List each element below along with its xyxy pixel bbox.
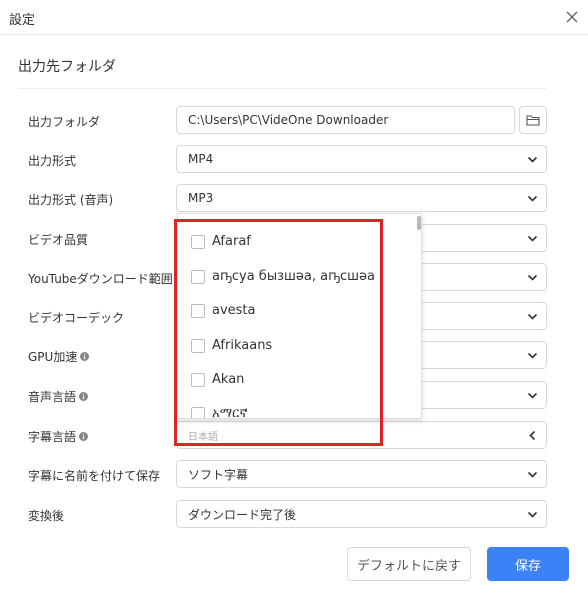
save-button[interactable]: 保存 (487, 547, 569, 581)
chevron-down-icon (527, 313, 538, 320)
section-divider (18, 88, 547, 89)
video-quality-label: ビデオ品質 (28, 233, 89, 247)
gpu-acceleration-label: GPU加速 (28, 348, 90, 365)
info-icon (79, 432, 89, 441)
youtube-range-label: YouTubeダウンロード範囲 (28, 272, 173, 286)
output-format-audio-label: 出力形式 (音声) (28, 193, 114, 207)
dropdown-scrollbar[interactable] (417, 216, 421, 230)
checkbox[interactable] (191, 269, 205, 284)
browse-folder-button[interactable] (519, 106, 547, 134)
checkbox[interactable] (191, 303, 205, 318)
folder-icon (526, 115, 540, 126)
checkbox[interactable] (191, 338, 205, 353)
dropdown-option[interactable]: Afaraf (191, 234, 251, 249)
language-dropdown[interactable]: Afaraf аҧсуа бызшәа, аҧсшәа avesta Afrik… (177, 213, 422, 419)
chevron-down-icon (527, 235, 538, 242)
output-folder-input[interactable]: C:\Users\PC\VideOne Downloader (176, 106, 515, 134)
info-icon (79, 392, 89, 401)
save-subtitle-label: 字幕に名前を付けて保存 (28, 469, 161, 483)
after-convert-select[interactable]: ダウンロード完了後 (176, 500, 547, 528)
dropdown-option[interactable]: አማርኛ (191, 406, 248, 418)
dropdown-option[interactable]: аҧсуа бызшәа, аҧсшәа (191, 269, 375, 284)
chevron-down-icon (527, 195, 538, 202)
dropdown-option[interactable]: Akan (191, 372, 244, 387)
after-convert-label: 変換後 (28, 509, 65, 523)
window-title: 設定 (9, 13, 36, 28)
subtitle-language-select[interactable]: 日本語 (176, 421, 547, 449)
output-format-label: 出力形式 (28, 154, 77, 168)
checkbox[interactable] (191, 406, 205, 418)
chevron-down-icon (527, 471, 538, 478)
save-subtitle-select[interactable]: ソフト字幕 (176, 460, 547, 488)
output-format-audio-select[interactable]: MP3 (176, 184, 547, 212)
dropdown-option[interactable]: Afrikaans (191, 338, 272, 353)
output-folder-label: 出力フォルダ (28, 115, 101, 129)
info-icon (80, 352, 90, 361)
chevron-left-icon (529, 430, 536, 441)
title-bar: 設定 (0, 0, 588, 35)
checkbox[interactable] (191, 372, 205, 387)
chevron-down-icon (527, 274, 538, 281)
video-codec-label: ビデオコーデック (28, 311, 125, 325)
close-icon[interactable] (564, 9, 580, 25)
chevron-down-icon (527, 511, 538, 518)
chevron-down-icon (527, 156, 538, 163)
audio-language-label: 音声言語 (28, 388, 89, 405)
subtitle-language-label: 字幕言語 (28, 428, 89, 445)
dropdown-option[interactable]: avesta (191, 303, 256, 318)
restore-default-button[interactable]: デフォルトに戻す (347, 547, 471, 581)
checkbox[interactable] (191, 234, 205, 249)
chevron-down-icon (527, 352, 538, 359)
output-format-select[interactable]: MP4 (176, 145, 547, 173)
chevron-down-icon (527, 392, 538, 399)
section-title: 出力先フォルダ (18, 59, 116, 75)
